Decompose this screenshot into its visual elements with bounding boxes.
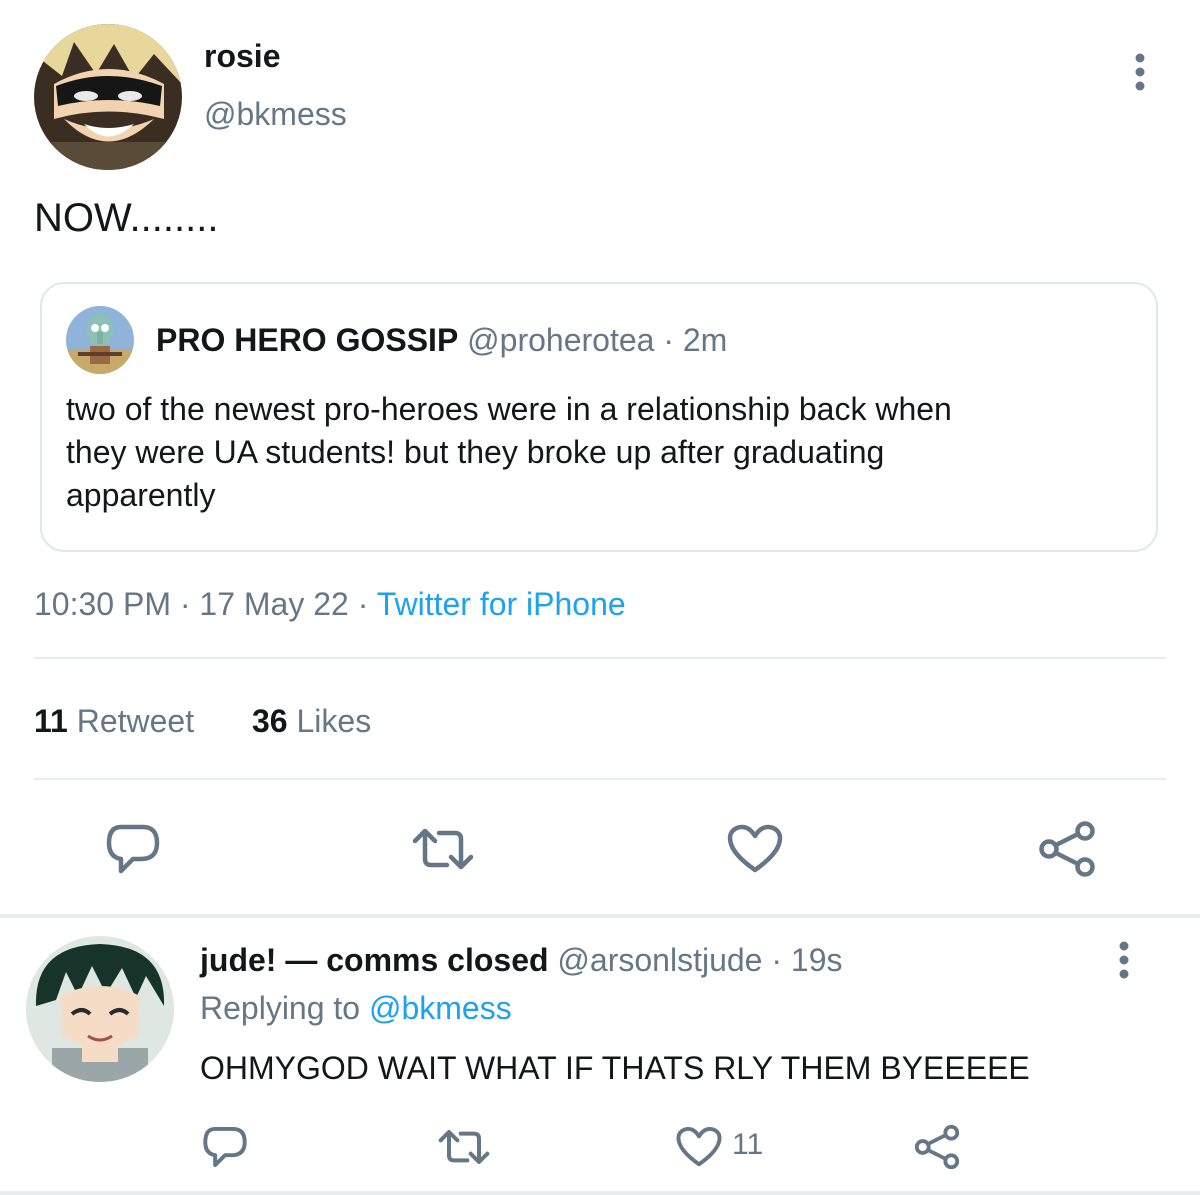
reply-bubble-icon[interactable]: [198, 1122, 252, 1172]
main-tweet-display-name[interactable]: rosie: [204, 38, 280, 75]
more-vertical-icon[interactable]: [1106, 938, 1142, 982]
reply-avatar[interactable]: [26, 936, 174, 1082]
tweet-time[interactable]: 10:30 PM: [34, 586, 171, 622]
main-tweet-avatar[interactable]: [34, 24, 182, 170]
quoted-tweet-text-line: two of the newest pro-heroes were in a r…: [66, 391, 952, 427]
like-stat[interactable]: 36 Likes: [252, 703, 371, 740]
tweet-source-link[interactable]: Twitter for iPhone: [377, 586, 626, 622]
reply-time: · 19s: [771, 942, 843, 978]
replying-to-line: Replying to @bkmess: [200, 990, 512, 1027]
meta-separator: ·: [357, 586, 369, 622]
divider: [34, 778, 1166, 780]
like-label: Likes: [296, 703, 372, 739]
quoted-tweet-text-line: they were UA students! but they broke up…: [66, 434, 885, 470]
tweet-meta: 10:30 PM · 17 May 22 · Twitter for iPhon…: [34, 586, 626, 623]
retweet-stat[interactable]: 11 Retweet: [34, 703, 194, 740]
reply-bubble-icon[interactable]: [100, 820, 166, 878]
replying-to-handle[interactable]: @bkmess: [369, 990, 512, 1026]
quoted-tweet-text-line: apparently: [66, 477, 216, 513]
retweet-label: Retweet: [76, 703, 195, 739]
like-count: 36: [252, 703, 288, 739]
divider: [34, 657, 1166, 659]
thread-separator: [0, 914, 1200, 918]
quoted-tweet-text: two of the newest pro-heroes were in a r…: [66, 388, 952, 517]
heart-icon[interactable]: [674, 1122, 724, 1172]
retweet-icon[interactable]: [434, 1122, 494, 1172]
quoted-tweet-avatar[interactable]: [66, 306, 134, 374]
retweet-icon[interactable]: [408, 820, 478, 878]
reply-header: jude! — comms closed @arsonlstjude · 19s: [200, 942, 842, 979]
replying-to-label: Replying to: [200, 990, 361, 1026]
retweet-count: 11: [34, 703, 68, 739]
quoted-tweet-handle[interactable]: @proherotea: [467, 322, 654, 358]
reply-like-count: 11: [732, 1128, 764, 1161]
share-icon[interactable]: [910, 1120, 964, 1174]
more-vertical-icon[interactable]: [1122, 50, 1158, 94]
heart-icon[interactable]: [722, 820, 788, 878]
quoted-tweet-display-name[interactable]: PRO HERO GOSSIP: [156, 322, 458, 358]
meta-separator: ·: [179, 586, 191, 622]
reply-display-name[interactable]: jude! — comms closed: [200, 942, 549, 978]
main-tweet-text: NOW........: [34, 196, 219, 240]
main-tweet-handle[interactable]: @bkmess: [204, 96, 347, 133]
share-icon[interactable]: [1034, 818, 1100, 880]
tweet-date[interactable]: 17 May 22: [199, 586, 348, 622]
reply-handle[interactable]: @arsonlstjude: [557, 942, 762, 978]
reply-text: OHMYGOD WAIT WHAT IF THATS RLY THEM BYEE…: [200, 1050, 1030, 1086]
quoted-tweet-header: PRO HERO GOSSIP @proherotea · 2m: [156, 322, 727, 359]
quoted-tweet-time: · 2m: [663, 322, 728, 358]
bottom-border: [0, 1191, 1200, 1195]
